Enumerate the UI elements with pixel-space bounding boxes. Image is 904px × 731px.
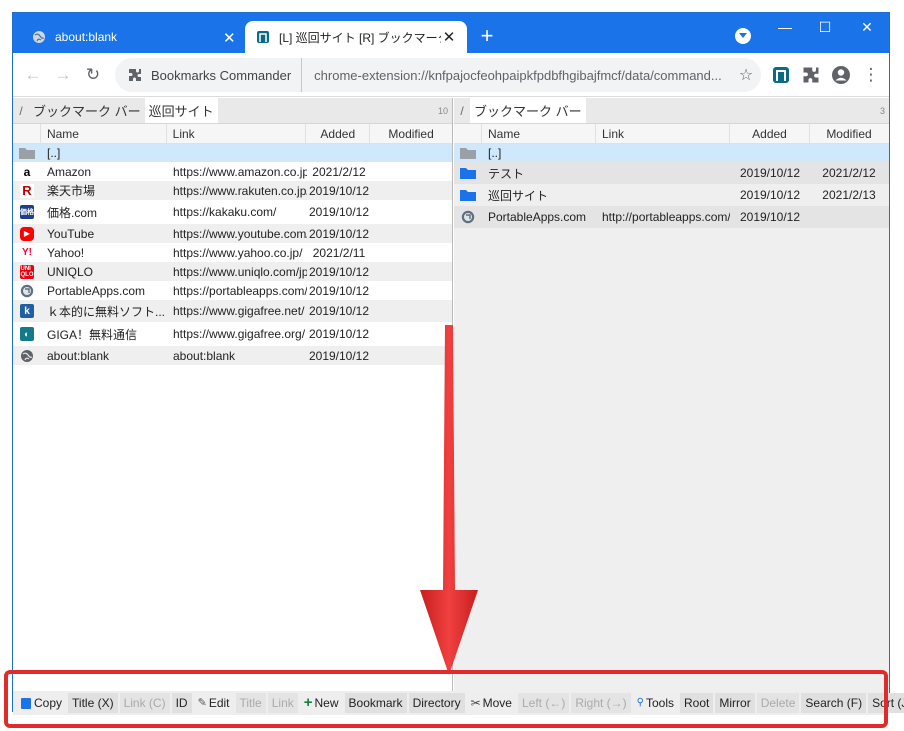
- close-tab-icon[interactable]: ✕: [441, 28, 457, 46]
- column-name[interactable]: Name: [41, 123, 167, 144]
- crumb-root[interactable]: /: [13, 104, 29, 118]
- url-text[interactable]: chrome-extension://knfpajocfeohpaipkfpdb…: [302, 68, 731, 83]
- minimize-button[interactable]: —: [765, 13, 805, 43]
- new-tab-button[interactable]: +: [475, 25, 499, 49]
- reload-icon[interactable]: ↻: [81, 63, 105, 87]
- table-row[interactable]: k ｋ本的に無料ソフト... https://www.gigafree.net/…: [13, 300, 452, 322]
- red-down-arrow-annotation: [420, 325, 478, 675]
- crumb-current[interactable]: 巡回サイト: [144, 98, 218, 123]
- table-row[interactable]: テスト 2019/10/12 2021/2/12: [454, 162, 889, 184]
- gigafree-org-icon: ◐: [20, 327, 34, 341]
- back-arrow-icon[interactable]: ←: [21, 63, 45, 87]
- tab-title: [L] 巡回サイト [R] ブックマーク バー: [279, 30, 441, 45]
- bookmark-list: [..] a Amazon https://www.amazon.co.jp/ …: [13, 144, 452, 365]
- tab-search-icon[interactable]: [735, 28, 751, 44]
- globe-icon: [21, 349, 33, 362]
- command-bar-highlight: [4, 670, 888, 728]
- crumb-bookmark-bar[interactable]: ブックマーク バー: [29, 98, 145, 123]
- column-name[interactable]: Name: [482, 123, 596, 144]
- table-row[interactable]: R 楽天市場 https://www.rakuten.co.jp/ 2019/1…: [13, 181, 452, 200]
- extensions-puzzle-icon[interactable]: [801, 65, 821, 85]
- address-bar[interactable]: Bookmarks Commander chrome-extension://k…: [115, 58, 761, 92]
- tab-bookmarks-commander[interactable]: [L] 巡回サイト [R] ブックマーク バー ✕: [245, 21, 467, 53]
- table-row[interactable]: [..]: [13, 144, 452, 162]
- folder-icon: [460, 168, 476, 179]
- gigafree-icon: k: [20, 304, 34, 318]
- bookmarks-commander-icon[interactable]: [771, 65, 791, 85]
- browser-toolbar: ← → ↻ Bookmarks Commander chrome-extensi…: [13, 53, 889, 97]
- portableapps-icon: [461, 210, 475, 224]
- amazon-icon: a: [20, 164, 34, 179]
- item-count: 10: [437, 106, 448, 116]
- table-row[interactable]: 巡回サイト 2019/10/12 2021/2/13: [454, 184, 889, 206]
- left-pane[interactable]: / ブックマーク バー 巡回サイト 10 Name Link Added Mod…: [13, 98, 453, 691]
- column-header: Name Link Added Modified: [13, 123, 452, 144]
- table-row[interactable]: ▶ YouTube https://www.youtube.com/ 2019/…: [13, 224, 452, 243]
- column-added[interactable]: Added: [306, 123, 371, 144]
- column-added[interactable]: Added: [730, 123, 810, 144]
- column-modified[interactable]: Modified: [370, 124, 452, 144]
- uniqlo-icon: UNI QLO: [20, 264, 34, 279]
- extension-name: Bookmarks Commander: [151, 67, 292, 83]
- column-modified[interactable]: Modified: [810, 124, 888, 144]
- kakaku-icon: 価格: [20, 205, 34, 219]
- table-row[interactable]: ◐ GIGA！無料通信 https://www.gigafree.org/ 20…: [13, 322, 452, 346]
- table-row[interactable]: 価格 価格.com https://kakaku.com/ 2019/10/12: [13, 200, 452, 224]
- menu-dots-icon[interactable]: ⋮: [859, 63, 883, 87]
- breadcrumb: / ブックマーク バー 巡回サイト 10: [13, 98, 452, 124]
- table-row[interactable]: UNI QLO UNIQLO https://www.uniqlo.com/jp/…: [13, 262, 452, 281]
- yahoo-icon: Y!: [20, 245, 34, 260]
- youtube-icon: ▶: [20, 226, 34, 241]
- folder-icon: [460, 148, 476, 159]
- folder-icon: [19, 148, 35, 159]
- forward-arrow-icon[interactable]: →: [51, 63, 75, 87]
- table-row[interactable]: PortableApps.com https://portableapps.co…: [13, 281, 452, 300]
- column-link[interactable]: Link: [596, 123, 730, 144]
- crumb-root[interactable]: /: [454, 104, 470, 118]
- table-row[interactable]: about:blank about:blank 2019/10/12: [13, 346, 452, 365]
- right-pane[interactable]: / ブックマーク バー 3 Name Link Added Modified […: [454, 98, 889, 691]
- item-count: 3: [879, 106, 885, 116]
- portableapps-icon: [20, 284, 34, 297]
- column-header: Name Link Added Modified: [454, 123, 889, 144]
- extension-chip[interactable]: Bookmarks Commander: [115, 58, 303, 92]
- rakuten-icon: R: [20, 183, 34, 198]
- folder-icon: [460, 190, 476, 201]
- puzzle-icon: [129, 69, 141, 81]
- table-row[interactable]: a Amazon https://www.amazon.co.jp/ 2021/…: [13, 162, 452, 181]
- profile-avatar-icon[interactable]: [831, 65, 851, 85]
- tab-strip: about:blank [L] 巡回サイト [R] ブックマーク バー ✕ ✕ …: [13, 13, 889, 53]
- tab-about-blank[interactable]: about:blank: [21, 21, 247, 53]
- table-row[interactable]: PortableApps.com http://portableapps.com…: [454, 206, 889, 228]
- breadcrumb: / ブックマーク バー 3: [454, 98, 889, 124]
- crumb-current[interactable]: ブックマーク バー: [470, 98, 586, 123]
- bookmark-list: [..] テスト 2019/10/12 2021/2/12 巡回サイト 2019…: [454, 144, 889, 228]
- tab-title: about:blank: [55, 30, 118, 44]
- column-link[interactable]: Link: [167, 123, 307, 144]
- table-row[interactable]: Y! Yahoo! https://www.yahoo.co.jp/ 2021/…: [13, 243, 452, 262]
- bookmark-star-icon[interactable]: ☆: [731, 65, 761, 85]
- bookmarks-commander-icon: [255, 29, 271, 45]
- close-tab-icon[interactable]: ✕: [223, 29, 236, 47]
- table-row[interactable]: [..]: [454, 144, 889, 162]
- close-window-button[interactable]: ✕: [847, 13, 887, 43]
- globe-icon: [31, 29, 47, 45]
- maximize-button[interactable]: ☐: [805, 13, 845, 43]
